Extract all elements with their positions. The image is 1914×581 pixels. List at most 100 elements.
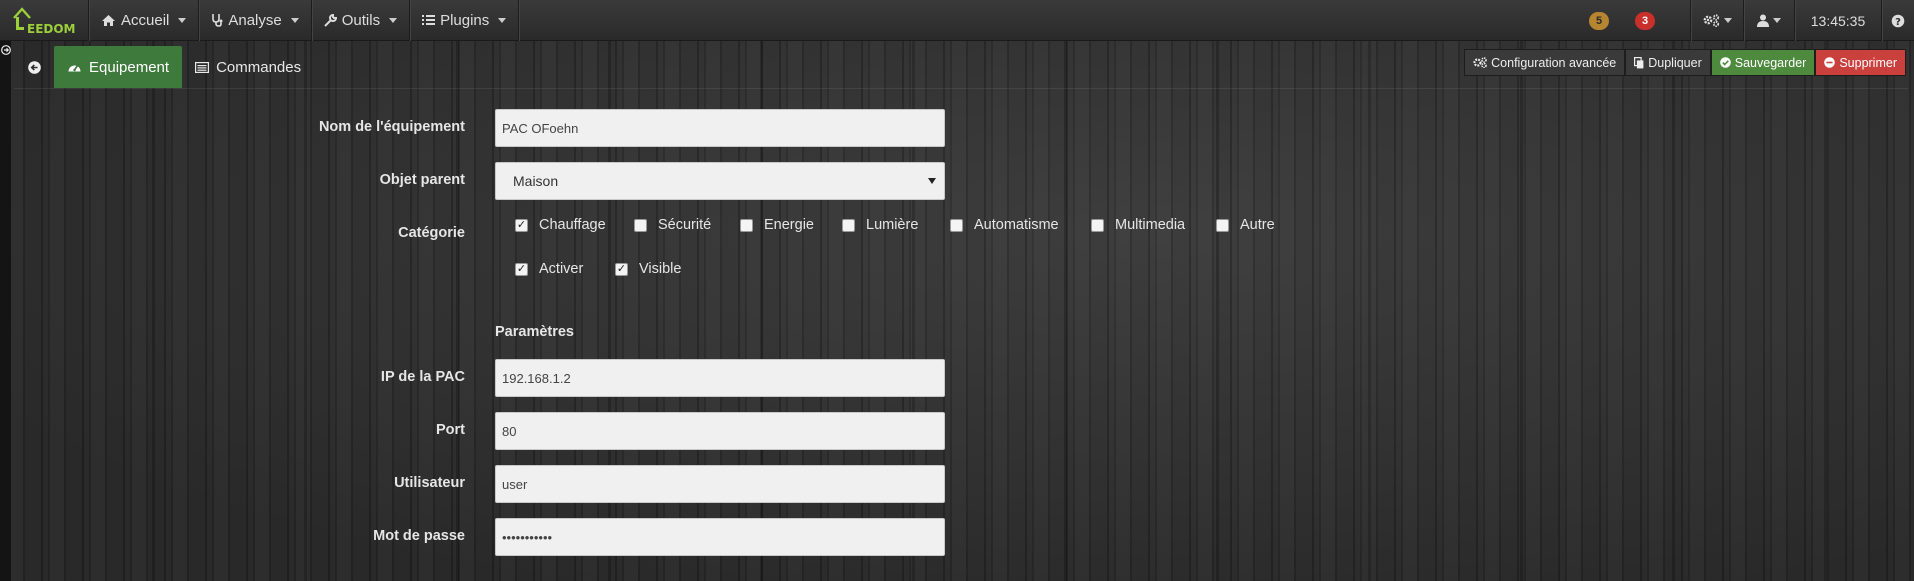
question-icon: ? bbox=[1891, 14, 1905, 28]
menu-analyse[interactable]: Analyse bbox=[199, 0, 310, 41]
user-menu-button[interactable] bbox=[1744, 0, 1794, 41]
equipment-name-input[interactable]: PAC OFoehn bbox=[495, 109, 945, 147]
category-chauffage-label: Chauffage bbox=[539, 217, 606, 233]
menu-plugins[interactable]: Plugins bbox=[410, 0, 518, 41]
username-label: Utilisateur bbox=[394, 475, 465, 491]
action-buttons: Configuration avancée Dupliquer Sauvegar… bbox=[1464, 49, 1906, 76]
delete-button[interactable]: Supprimer bbox=[1815, 49, 1906, 76]
password-input[interactable]: ••••••••••• bbox=[495, 518, 945, 556]
save-label: Sauvegarder bbox=[1734, 55, 1807, 70]
checkbox-unchecked-icon bbox=[842, 218, 855, 232]
category-securite-label: Sécurité bbox=[658, 217, 712, 233]
tasks-icon bbox=[422, 15, 436, 25]
alerts-badge-button[interactable]: 3 bbox=[1622, 0, 1668, 41]
tabs-divider bbox=[14, 88, 1908, 89]
equipment-name-label: Nom de l'équipement bbox=[318, 119, 465, 135]
parent-object-select[interactable]: Maison bbox=[495, 162, 945, 200]
minus-circle-icon bbox=[1824, 57, 1836, 68]
cogs-icon bbox=[1473, 57, 1487, 68]
message-count-badge: 5 bbox=[1589, 11, 1609, 30]
alert-count-badge: 3 bbox=[1635, 11, 1655, 30]
chevron-down-icon bbox=[389, 17, 398, 23]
category-automatisme-label: Automatisme bbox=[974, 217, 1059, 233]
ip-input[interactable]: 192.168.1.2 bbox=[495, 359, 945, 397]
tab-equipement-label: Equipement bbox=[89, 58, 170, 76]
category-autre-checkbox[interactable]: Autre bbox=[1216, 217, 1275, 233]
category-energie-label: Energie bbox=[764, 217, 814, 233]
menu-outils[interactable]: Outils bbox=[312, 0, 409, 41]
messages-badge-button[interactable]: 5 bbox=[1576, 0, 1622, 41]
menu-plugins-label: Plugins bbox=[440, 11, 490, 29]
cogs-icon bbox=[1703, 14, 1719, 27]
checkbox-checked-icon: ✓ bbox=[515, 218, 528, 232]
category-securite-checkbox[interactable]: Sécurité bbox=[634, 217, 711, 233]
checkbox-checked-icon: ✓ bbox=[615, 262, 628, 276]
parameters-section-title: Paramètres bbox=[495, 324, 574, 340]
username-input[interactable]: user bbox=[495, 465, 945, 503]
category-automatisme-checkbox[interactable]: Automatisme bbox=[950, 217, 1059, 233]
category-energie-checkbox[interactable]: Energie bbox=[740, 217, 814, 233]
advanced-config-button[interactable]: Configuration avancée bbox=[1464, 49, 1626, 76]
chevron-down-icon bbox=[1773, 18, 1781, 23]
help-button[interactable]: ? bbox=[1882, 0, 1914, 41]
duplicate-button[interactable]: Dupliquer bbox=[1625, 49, 1711, 76]
settings-menu-button[interactable] bbox=[1691, 0, 1743, 41]
nav-divider bbox=[518, 0, 520, 41]
delete-label: Supprimer bbox=[1839, 55, 1897, 70]
save-button[interactable]: Sauvegarder bbox=[1710, 49, 1816, 76]
category-lumiere-checkbox[interactable]: Lumière bbox=[842, 217, 918, 233]
category-chauffage-checkbox[interactable]: ✓ Chauffage bbox=[515, 217, 606, 233]
checkbox-unchecked-icon bbox=[634, 218, 647, 232]
chevron-down-icon bbox=[1723, 18, 1732, 23]
menu-accueil-label: Accueil bbox=[121, 11, 170, 29]
category-label: Catégorie bbox=[398, 225, 465, 241]
tab-commandes-label: Commandes bbox=[216, 58, 302, 76]
checkbox-checked-icon: ✓ bbox=[515, 262, 528, 276]
parent-object-label: Objet parent bbox=[379, 172, 465, 188]
chevron-down-icon bbox=[178, 17, 187, 23]
tabs-bar: Equipement Commandes bbox=[14, 46, 314, 88]
wrench-icon bbox=[324, 13, 337, 27]
port-label: Port bbox=[436, 422, 465, 438]
svg-text:?: ? bbox=[1895, 17, 1901, 28]
menu-accueil[interactable]: Accueil bbox=[89, 0, 198, 41]
category-multimedia-checkbox[interactable]: Multimedia bbox=[1091, 217, 1185, 233]
circle-arrow-right-icon bbox=[0, 45, 11, 55]
checkbox-unchecked-icon bbox=[950, 218, 963, 232]
stethoscope-icon bbox=[212, 14, 223, 27]
copy-icon bbox=[1634, 56, 1644, 68]
category-lumiere-label: Lumière bbox=[866, 217, 919, 233]
menu-analyse-label: Analyse bbox=[228, 11, 282, 29]
dashboard-icon bbox=[68, 65, 81, 72]
tab-equipement[interactable]: Equipement bbox=[54, 46, 183, 88]
port-input[interactable]: 80 bbox=[495, 412, 945, 450]
activer-checkbox[interactable]: ✓ Activer bbox=[515, 261, 583, 277]
chevron-down-icon bbox=[290, 17, 299, 23]
jeedom-logo[interactable]: EEDOM bbox=[0, 0, 88, 41]
visible-label: Visible bbox=[639, 261, 682, 277]
activer-label: Activer bbox=[539, 261, 584, 277]
sidebar-toggle-button[interactable] bbox=[0, 45, 11, 59]
arrow-circle-left-icon bbox=[27, 60, 41, 74]
clock: 13:45:35 bbox=[1810, 12, 1866, 29]
category-autre-label: Autre bbox=[1240, 217, 1275, 233]
checkbox-unchecked-icon bbox=[1091, 218, 1104, 232]
navbar-right: 5 3 13:45:35 ? bbox=[1576, 0, 1914, 41]
chevron-down-icon bbox=[928, 178, 936, 184]
visible-checkbox[interactable]: ✓ Visible bbox=[615, 261, 681, 277]
menu-outils-label: Outils bbox=[341, 11, 381, 29]
back-button[interactable] bbox=[14, 46, 54, 88]
password-label: Mot de passe bbox=[373, 528, 465, 544]
chevron-down-icon bbox=[498, 17, 507, 23]
advanced-config-label: Configuration avancée bbox=[1491, 55, 1617, 70]
category-multimedia-label: Multimedia bbox=[1115, 217, 1186, 233]
check-circle-icon bbox=[1719, 57, 1731, 68]
parent-object-value: Maison bbox=[513, 173, 559, 189]
ip-label: IP de la PAC bbox=[380, 369, 465, 385]
tab-commandes[interactable]: Commandes bbox=[182, 46, 314, 88]
checkbox-unchecked-icon bbox=[740, 218, 753, 232]
list-alt-icon bbox=[195, 61, 210, 73]
home-icon bbox=[102, 14, 115, 26]
logo-text: EEDOM bbox=[27, 21, 76, 36]
